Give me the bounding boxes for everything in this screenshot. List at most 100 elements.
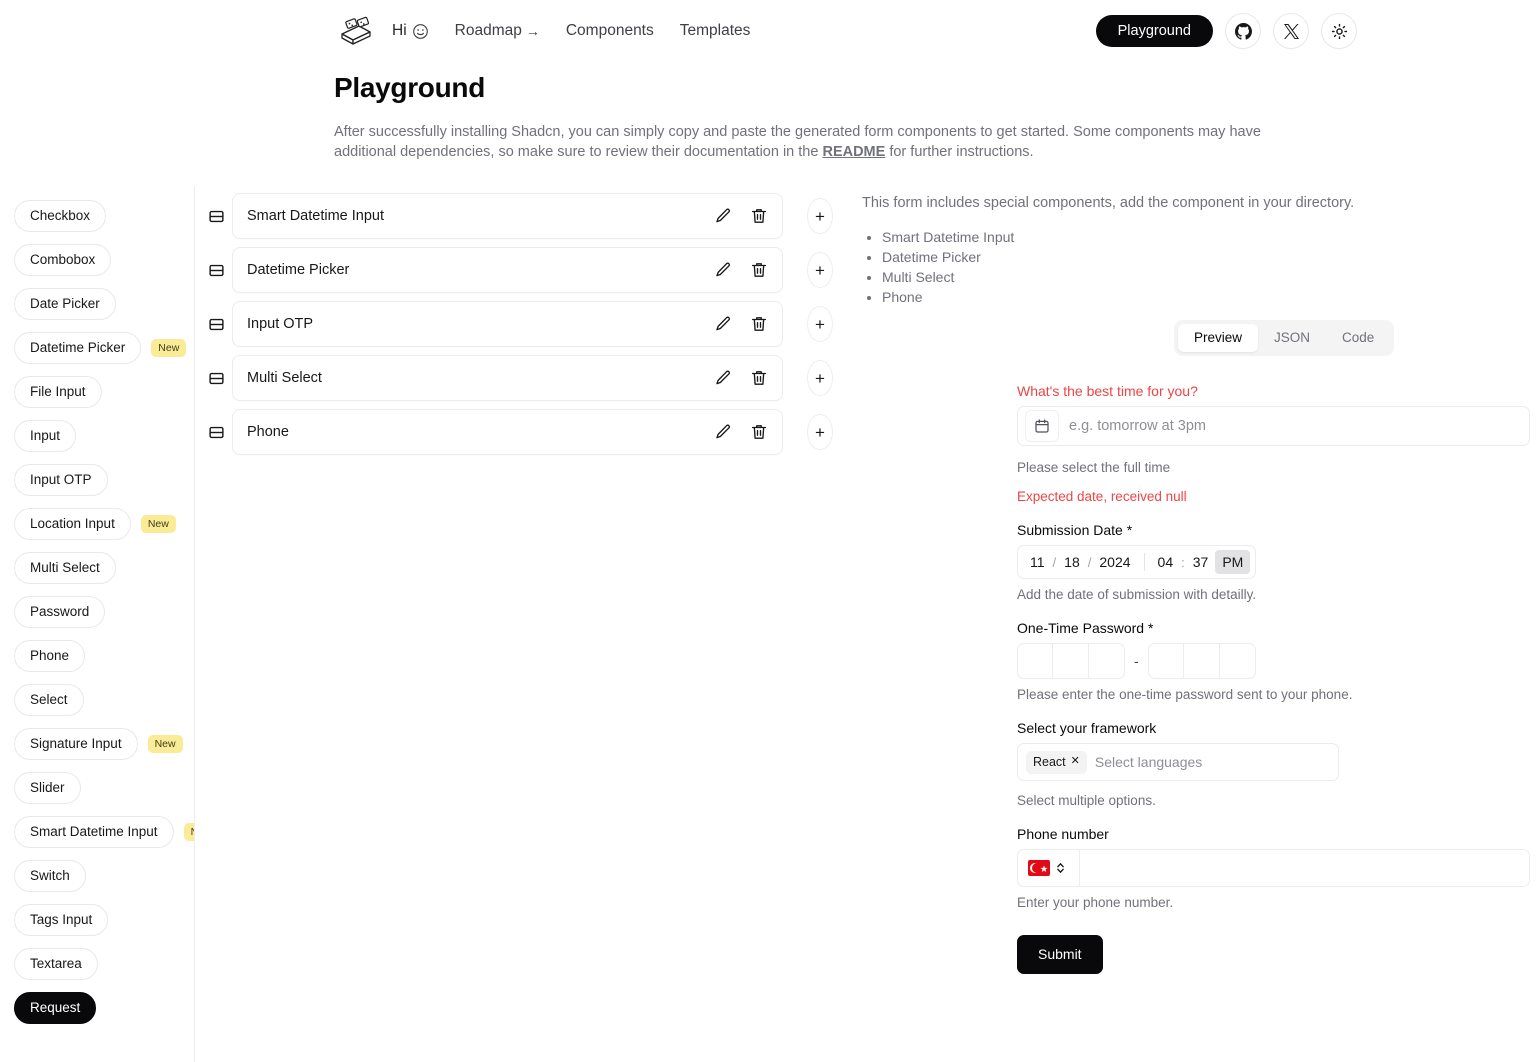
pencil-icon[interactable] — [714, 423, 732, 441]
form-field-label: Smart Datetime Input — [247, 208, 384, 224]
component-sidebar: Checkbox Combobox Date Picker Datetime Pick… — [0, 186, 195, 1062]
playground-button[interactable]: Playground — [1095, 14, 1213, 48]
otp-label-text: One-Time Password — [1017, 620, 1145, 636]
sidebar-item-select[interactable]: Select — [14, 683, 84, 717]
tab-preview[interactable]: Preview — [1178, 324, 1259, 353]
rows-grip-icon[interactable] — [208, 312, 225, 336]
form-field-row: Phone + — [208, 409, 833, 455]
rows-grip-icon[interactable] — [208, 420, 225, 444]
sidebar-item-date-picker[interactable]: Date Picker — [14, 287, 116, 321]
add-field-button[interactable]: + — [807, 306, 833, 342]
arrow-right-icon: → — [525, 23, 540, 39]
otp-cell[interactable] — [1219, 643, 1256, 679]
sidebar-item-slider[interactable]: Slider — [14, 771, 81, 805]
nav-label-roadmap: Roadmap — [454, 22, 522, 39]
form-field-actions — [714, 207, 768, 225]
add-field-button[interactable]: + — [807, 414, 833, 450]
sidebar-item-phone[interactable]: Phone — [14, 639, 86, 673]
sidebar-item-tags-input[interactable]: Tags Input — [14, 903, 109, 937]
form-field-card[interactable]: Multi Select — [232, 355, 783, 401]
pencil-icon[interactable] — [714, 207, 732, 225]
pencil-icon[interactable] — [714, 261, 732, 279]
sidebar-item-textarea[interactable]: Textarea — [14, 947, 98, 981]
submit-button[interactable]: Submit — [1017, 935, 1103, 974]
sidebar-item-file-input[interactable]: File Input — [14, 375, 102, 409]
form-field-card[interactable]: Input OTP — [232, 301, 783, 347]
otp-cell[interactable] — [1089, 643, 1125, 679]
pencil-icon[interactable] — [714, 315, 732, 333]
sidebar-item-location-input[interactable]: Location Input — [14, 507, 131, 541]
form-field-card[interactable]: Phone — [232, 409, 783, 455]
sidebar-item-password[interactable]: Password — [14, 595, 106, 629]
rows-grip-icon[interactable] — [208, 258, 225, 282]
close-x-icon[interactable]: ✕ — [1071, 755, 1080, 768]
otp-cell[interactable] — [1183, 643, 1220, 679]
smart-datetime-input-wrap[interactable]: e.g. tomorrow at 3pm — [1017, 406, 1530, 446]
calendar-button[interactable] — [1025, 410, 1059, 442]
framework-multiselect[interactable]: React ✕ Select languages — [1017, 743, 1339, 781]
sidebar-item-input[interactable]: Input — [14, 419, 77, 453]
nav-item-hi[interactable]: Hi — [392, 22, 429, 40]
date-segment-meridiem[interactable]: PM — [1215, 549, 1251, 575]
otp-required: * — [1147, 620, 1154, 636]
trash-icon[interactable] — [750, 423, 768, 441]
readme-link[interactable]: README — [822, 144, 885, 160]
phone-country-select[interactable] — [1018, 850, 1080, 886]
sidebar-item-switch[interactable]: Switch — [14, 859, 86, 893]
phone-number-input[interactable] — [1080, 850, 1529, 886]
date-segment-year[interactable]: 2024 — [1092, 550, 1137, 575]
rows-grip-icon[interactable] — [208, 366, 225, 390]
nav-item-roadmap[interactable]: Roadmap → — [455, 22, 540, 40]
trash-icon[interactable] — [750, 315, 768, 333]
tab-code[interactable]: Code — [1326, 324, 1390, 352]
github-icon — [1234, 22, 1252, 40]
add-field-button[interactable]: + — [807, 198, 833, 234]
sidebar-item-checkbox[interactable]: Checkbox — [14, 199, 107, 233]
nav-label-templates: Templates — [679, 22, 751, 39]
pencil-icon[interactable] — [714, 369, 732, 387]
submission-date-help: Add the date of submission with detailly… — [1017, 587, 1257, 602]
sidebar-row: Phone — [14, 634, 194, 678]
field-submission-date: Submission Date * 11 / 18 / 2024 04 : 37… — [1017, 522, 1530, 602]
logo[interactable] — [336, 13, 376, 51]
add-field-button[interactable]: + — [807, 252, 833, 288]
theme-toggle-button[interactable] — [1321, 13, 1357, 49]
new-badge: New — [183, 822, 194, 842]
sidebar-item-signature-input[interactable]: Signature Input — [14, 727, 138, 761]
nav-item-templates[interactable]: Templates — [680, 22, 751, 40]
sidebar-item-multi-select[interactable]: Multi Select — [14, 551, 116, 585]
submission-date-label: Submission Date * — [1017, 522, 1530, 538]
date-segment-hour[interactable]: 04 — [1151, 550, 1181, 575]
otp-group-2 — [1147, 643, 1256, 679]
rows-grip-icon[interactable] — [208, 204, 225, 228]
page-title: Playground — [334, 72, 486, 103]
header-actions: Playground — [1095, 13, 1357, 49]
form-field-row: Multi Select + — [208, 355, 833, 401]
add-field-button[interactable]: + — [807, 360, 833, 396]
date-segment-day[interactable]: 18 — [1057, 550, 1087, 575]
trash-icon[interactable] — [750, 261, 768, 279]
form-field-card[interactable]: Datetime Picker — [232, 247, 783, 293]
date-segment-month[interactable]: 11 — [1023, 550, 1052, 575]
framework-chip-react[interactable]: React ✕ — [1026, 750, 1087, 774]
tab-json[interactable]: JSON — [1258, 324, 1326, 352]
sidebar-item-datetime-picker[interactable]: Datetime Picker — [14, 331, 142, 365]
sidebar-item-request[interactable]: Request — [14, 991, 97, 1025]
date-segment-minute[interactable]: 37 — [1186, 550, 1216, 575]
sidebar-item-combobox[interactable]: Combobox — [14, 243, 112, 277]
otp-cell[interactable] — [1147, 643, 1184, 679]
otp-cell[interactable] — [1053, 643, 1089, 679]
sidebar-item-input-otp[interactable]: Input OTP — [14, 463, 108, 497]
trash-icon[interactable] — [750, 369, 768, 387]
sidebar-item-smart-datetime-input[interactable]: Smart Datetime Input — [14, 815, 174, 849]
form-field-card[interactable]: Smart Datetime Input — [232, 193, 783, 239]
otp-input-row: - — [1017, 643, 1530, 679]
nav-item-components[interactable]: Components — [566, 22, 654, 40]
submission-date-input[interactable]: 11 / 18 / 2024 04 : 37 PM — [1017, 545, 1257, 579]
sidebar-row: Location Input New — [14, 502, 194, 546]
x-twitter-link[interactable] — [1273, 13, 1309, 49]
submission-date-label-text: Submission Date — [1017, 522, 1123, 538]
otp-cell[interactable] — [1017, 643, 1053, 679]
trash-icon[interactable] — [750, 207, 768, 225]
github-link[interactable] — [1225, 13, 1261, 49]
